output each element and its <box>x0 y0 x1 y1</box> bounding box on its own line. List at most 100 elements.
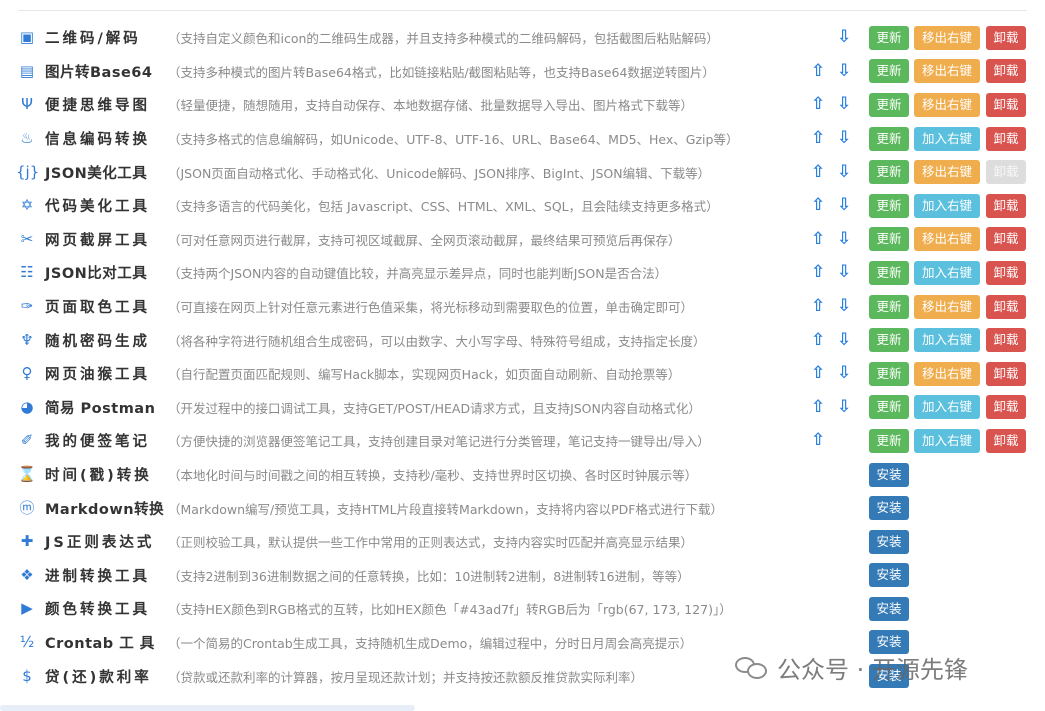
move-down-icon[interactable]: ⇩ <box>837 365 851 382</box>
update-button[interactable]: 更新 <box>869 294 909 319</box>
move-down-icon[interactable]: ⇩ <box>837 96 851 113</box>
move-up-icon[interactable]: ⇧ <box>811 432 825 449</box>
add-context-menu-button[interactable]: 加入右键 <box>914 260 980 285</box>
uninstall-button[interactable]: 卸载 <box>986 193 1026 218</box>
uninstall-button[interactable]: 卸载 <box>986 227 1026 252</box>
update-button[interactable]: 更新 <box>869 92 909 117</box>
update-button[interactable]: 更新 <box>869 160 909 185</box>
tool-name[interactable]: 页面取色工具 <box>45 296 150 317</box>
uninstall-button[interactable]: 卸载 <box>986 260 1026 285</box>
json-icon: {j} <box>16 162 40 181</box>
add-context-menu-button[interactable]: 加入右键 <box>914 428 980 453</box>
move-up-icon[interactable]: ⇧ <box>811 331 825 349</box>
remove-context-menu-button[interactable]: 移出右键 <box>914 227 980 252</box>
update-button[interactable]: 更新 <box>869 193 909 218</box>
move-down-icon[interactable]: ⇩ <box>837 264 851 281</box>
install-button[interactable]: 安装 <box>869 496 909 521</box>
install-button[interactable]: 安装 <box>869 529 909 554</box>
update-button[interactable]: 更新 <box>869 428 909 453</box>
remove-context-menu-button[interactable]: 移出右键 <box>914 59 980 84</box>
remove-context-menu-button[interactable]: 移出右键 <box>914 92 980 117</box>
uninstall-button[interactable]: 卸载 <box>986 328 1026 353</box>
remove-context-menu-button[interactable]: 移出右键 <box>914 361 980 386</box>
add-context-menu-button[interactable]: 加入右键 <box>914 126 980 151</box>
move-up-icon[interactable]: ⇧ <box>811 365 825 382</box>
move-down-icon[interactable]: ⇩ <box>837 230 851 248</box>
update-button[interactable]: 更新 <box>869 328 909 353</box>
uninstall-button[interactable]: 卸载 <box>986 59 1026 84</box>
tool-name[interactable]: 颜色转换工具 <box>45 598 150 619</box>
move-up-icon[interactable]: ⇧ <box>811 163 825 181</box>
move-down-icon[interactable]: ⇩ <box>837 62 851 80</box>
tool-description: （JSON页面自动格式化、手动格式化、Unicode解码、JSON排序、BigI… <box>168 165 711 181</box>
remove-context-menu-button[interactable]: 移出右键 <box>914 25 980 50</box>
tool-name[interactable]: 网页截屏工具 <box>45 229 150 250</box>
move-down-icon[interactable]: ⇩ <box>837 398 851 416</box>
update-button[interactable]: 更新 <box>869 126 909 151</box>
update-button[interactable]: 更新 <box>869 395 909 420</box>
tool-row-code: ✡ 代码美化工具 （支持多语言的代码美化，包括 Javascript、CSS、HTM… <box>0 189 1045 223</box>
tool-name[interactable]: 我的便签笔记 <box>45 430 150 451</box>
move-down-icon[interactable]: ⇩ <box>837 130 851 147</box>
add-context-menu-button[interactable]: 加入右键 <box>914 193 980 218</box>
update-button[interactable]: 更新 <box>869 361 909 386</box>
uninstall-button[interactable]: 卸载 <box>986 428 1026 453</box>
tool-name[interactable]: 网页油猴工具 <box>45 363 150 384</box>
tool-name[interactable]: JS正则表达式 <box>45 531 154 552</box>
move-up-icon[interactable]: ⇧ <box>811 197 825 214</box>
tool-description: （支持多格式的信息编解码，如Unicode、UTF-8、UTF-16、URL、B… <box>168 132 739 148</box>
hourglass-icon: ⌛ <box>17 465 37 484</box>
move-up-icon[interactable]: ⇧ <box>811 230 825 248</box>
move-up-icon[interactable]: ⇧ <box>811 96 825 113</box>
tool-name[interactable]: Crontab 工 具 <box>45 632 155 653</box>
remove-context-menu-button[interactable]: 移出右键 <box>914 294 980 319</box>
remove-context-menu-button[interactable]: 移出右键 <box>914 160 980 185</box>
move-up-icon[interactable]: ⇧ <box>811 130 825 147</box>
tool-name[interactable]: JSON比对工具 <box>45 262 147 283</box>
move-up-icon[interactable]: ⇧ <box>811 298 825 315</box>
update-button[interactable]: 更新 <box>869 59 909 84</box>
tool-description: （支持自定义颜色和icon的二维码生成器，并且支持多种模式的二维码解码，包括截图… <box>168 31 719 47</box>
install-button[interactable]: 安装 <box>869 596 909 621</box>
move-down-icon[interactable]: ⇩ <box>837 298 851 315</box>
tool-description: （开发过程中的接口调试工具，支持GET/POST/HEAD请求方式，且支持JSO… <box>168 400 701 416</box>
tool-name[interactable]: 进制转换工具 <box>45 565 150 586</box>
move-up-icon[interactable]: ⇧ <box>811 398 825 416</box>
tool-name[interactable]: 信息编码转换 <box>45 128 150 149</box>
uninstall-button[interactable]: 卸载 <box>986 294 1026 319</box>
tool-name[interactable]: 贷(还)款利率 <box>45 666 152 687</box>
move-up-icon[interactable]: ⇧ <box>811 264 825 281</box>
move-up-icon[interactable]: ⇧ <box>811 62 825 80</box>
move-down-icon[interactable]: ⇩ <box>837 331 851 349</box>
add-context-menu-button[interactable]: 加入右键 <box>914 395 980 420</box>
install-button[interactable]: 安装 <box>869 462 909 487</box>
tool-name[interactable]: Markdown转换 <box>45 498 164 519</box>
tool-name[interactable]: 随机密码生成 <box>45 330 150 351</box>
uninstall-button[interactable]: 卸载 <box>986 25 1026 50</box>
tool-name[interactable]: 简易 Postman <box>45 397 155 418</box>
move-down-icon[interactable]: ⇩ <box>837 29 851 46</box>
update-button[interactable]: 更新 <box>869 25 909 50</box>
update-button[interactable]: 更新 <box>869 260 909 285</box>
uninstall-button[interactable]: 卸载 <box>986 361 1026 386</box>
uninstall-button[interactable]: 卸载 <box>986 126 1026 151</box>
move-down-icon[interactable]: ⇩ <box>837 163 851 181</box>
qrcode-icon: ▣ <box>19 28 35 47</box>
tool-description: （可直接在网页上针对任意元素进行色值采集，将光标移动到需要取色的位置，单击确定即… <box>168 300 694 316</box>
tool-list: ▣ 二维码/解码 （支持自定义颜色和icon的二维码生成器，并且支持多种模式的二维码… <box>0 21 1045 693</box>
tool-name[interactable]: 图片转Base64 <box>45 61 152 82</box>
update-button[interactable]: 更新 <box>869 227 909 252</box>
uninstall-button[interactable]: 卸载 <box>986 92 1026 117</box>
tool-name[interactable]: 时间(戳)转换 <box>45 464 152 485</box>
tool-description: （支持多种模式的图片转Base64格式，比如链接粘贴/截图粘贴等，也支持Base… <box>168 64 715 80</box>
tool-name[interactable]: 二维码/解码 <box>45 27 141 48</box>
tool-name[interactable]: JSON美化工具 <box>45 162 147 183</box>
tool-name[interactable]: 代码美化工具 <box>45 195 150 216</box>
add-context-menu-button[interactable]: 加入右键 <box>914 328 980 353</box>
eyedropper-icon: ✑ <box>20 297 34 316</box>
move-down-icon[interactable]: ⇩ <box>837 197 851 214</box>
tool-name[interactable]: 便捷思维导图 <box>45 94 150 115</box>
horizontal-scrollbar[interactable] <box>0 705 415 711</box>
uninstall-button[interactable]: 卸载 <box>986 395 1026 420</box>
install-button[interactable]: 安装 <box>869 563 909 588</box>
